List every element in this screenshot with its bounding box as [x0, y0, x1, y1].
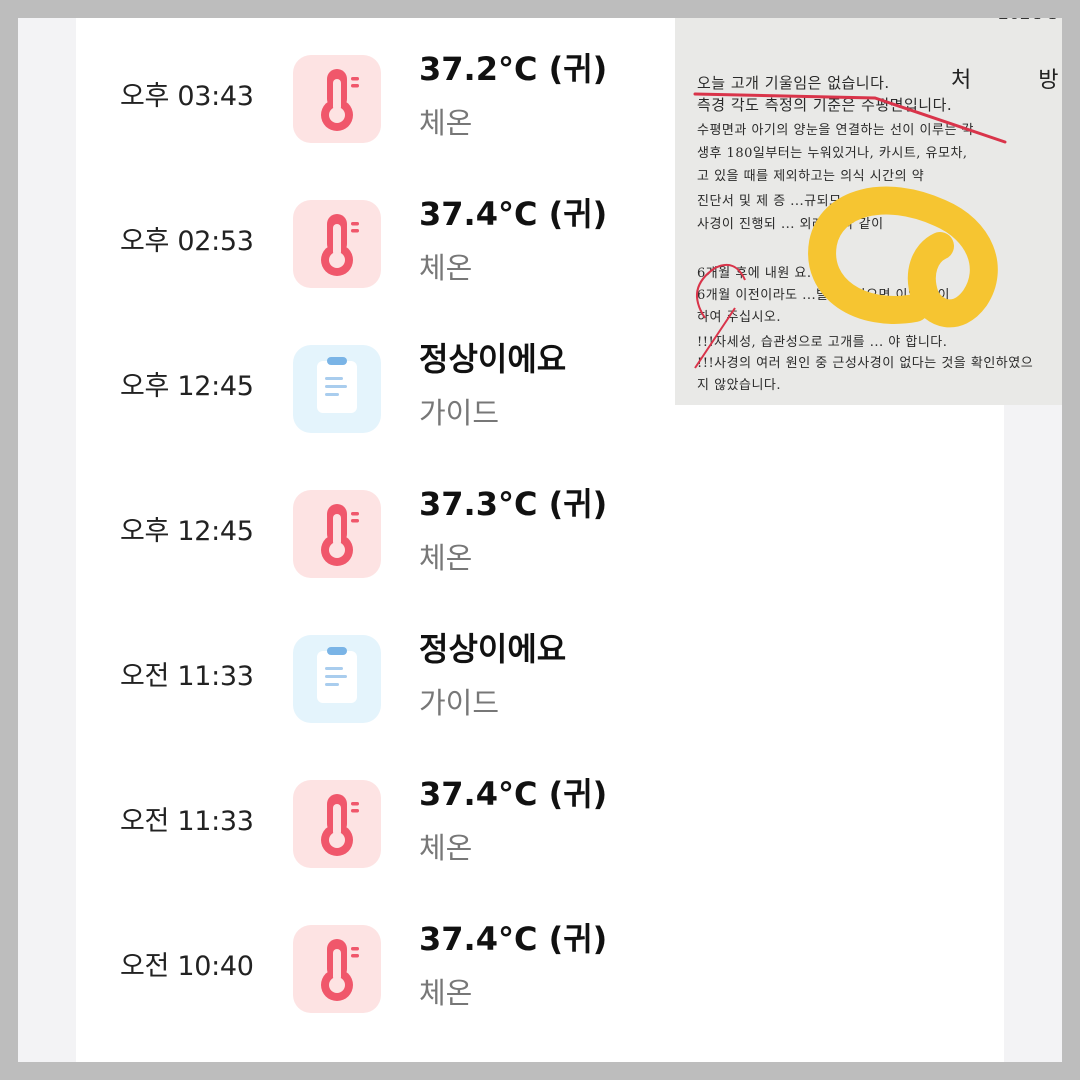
- list-item[interactable]: 오후 12:45 37.3°C (귀) 체온: [76, 475, 1004, 585]
- record-title: 37.2°C (귀): [419, 50, 608, 88]
- record-subtitle: 체온: [419, 541, 473, 575]
- record-subtitle: 체온: [419, 106, 473, 140]
- record-time: 오후 12:45: [120, 371, 254, 402]
- record-time: 오후 02:53: [120, 226, 254, 257]
- record-time: 오전 10:40: [120, 951, 254, 982]
- record-title: 37.4°C (귀): [419, 195, 608, 233]
- prescription-photo: 2024-1 처 방 전 오늘 고개 기울임은 없습니다. 측경 각도 측정의 …: [675, 18, 1062, 405]
- clipboard-icon: [293, 345, 381, 433]
- clipboard-icon: [293, 635, 381, 723]
- record-time: 오후 12:45: [120, 516, 254, 547]
- thermometer-icon: [293, 780, 381, 868]
- list-item[interactable]: 오전 10:40 37.4°C (귀) 체온: [76, 910, 1004, 1020]
- record-time: 오전 11:33: [120, 661, 254, 692]
- thermometer-icon: [293, 200, 381, 288]
- thermometer-icon: [293, 55, 381, 143]
- record-title: 37.4°C (귀): [419, 775, 608, 813]
- photo-collage: 오후 03:43 37.2°C (귀) 체온 오후 02:53 37.4°C (…: [18, 18, 1062, 1062]
- list-item[interactable]: 오전 11:33 37.4°C (귀) 체온: [76, 765, 1004, 875]
- record-title: 정상이에요: [419, 630, 567, 668]
- record-subtitle: 가이드: [419, 686, 500, 720]
- red-circle-mark: [696, 264, 746, 319]
- yellow-marker-doodle: [808, 186, 998, 328]
- record-subtitle: 체온: [419, 976, 473, 1010]
- record-subtitle: 체온: [419, 831, 473, 865]
- record-time: 오후 03:43: [120, 81, 254, 112]
- red-pen-stroke: [694, 307, 736, 369]
- annotation-marks: [693, 92, 1007, 369]
- thermometer-icon: [293, 490, 381, 578]
- record-subtitle: 체온: [419, 251, 473, 285]
- record-title: 정상이에요: [419, 340, 567, 378]
- record-time: 오전 11:33: [120, 806, 254, 837]
- red-underline: [693, 92, 1007, 144]
- list-item[interactable]: 오전 11:33 정상이에요 가이드: [76, 620, 1004, 730]
- record-title: 37.4°C (귀): [419, 920, 608, 958]
- thermometer-icon: [293, 925, 381, 1013]
- record-subtitle: 가이드: [419, 396, 500, 430]
- record-title: 37.3°C (귀): [419, 485, 608, 523]
